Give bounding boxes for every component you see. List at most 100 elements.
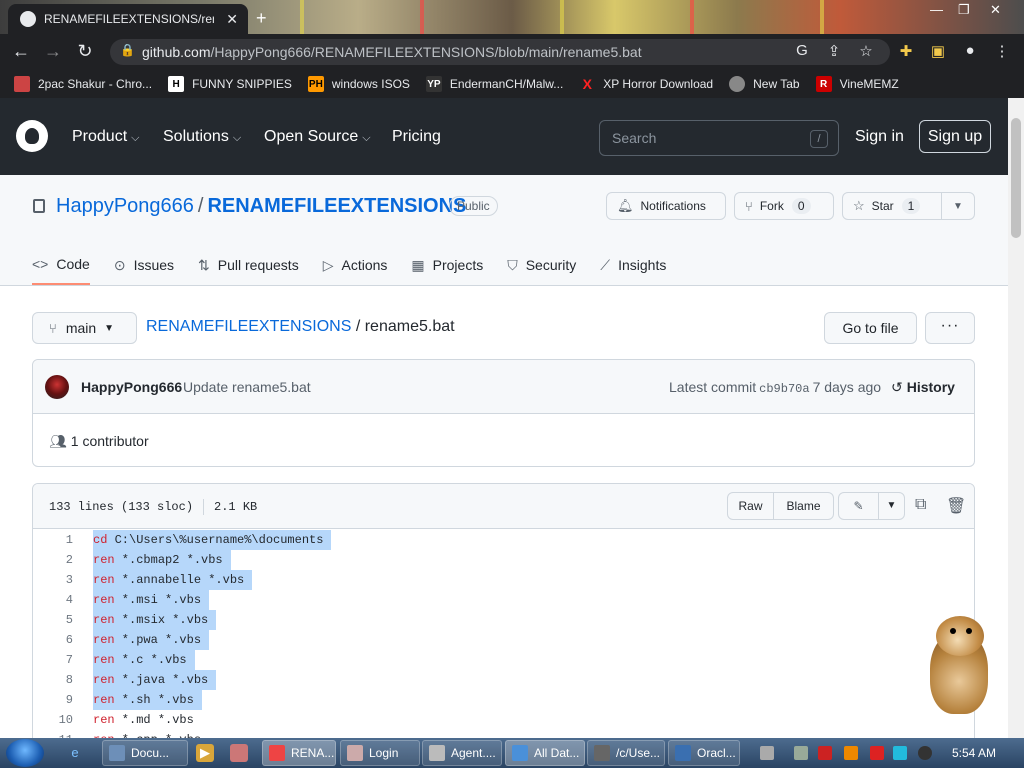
tray-icon[interactable]: [760, 746, 774, 760]
bookmark-item[interactable]: R VineMEMZ: [815, 76, 899, 92]
repo-owner-link[interactable]: HappyPong666: [56, 195, 194, 217]
tray-icon[interactable]: [918, 746, 932, 760]
scrollbar-thumb[interactable]: [1011, 118, 1021, 238]
line-number[interactable]: 4: [33, 590, 73, 610]
tray-icon[interactable]: [870, 746, 884, 760]
taskbar-button-label: Login: [369, 746, 399, 760]
branch-select[interactable]: ⑂ main ▼: [32, 312, 137, 344]
extensions-icon[interactable]: ✚: [896, 42, 916, 60]
line-number[interactable]: 8: [33, 670, 73, 690]
forward-icon[interactable]: →: [42, 41, 64, 62]
go-to-file-button[interactable]: Go to file: [824, 312, 917, 344]
nav-product[interactable]: Product ⌵: [72, 128, 139, 146]
contributors-link[interactable]: 👥︎ 1 contributor: [49, 433, 149, 450]
bookmark-item[interactable]: PH windows ISOS: [307, 76, 410, 92]
line-number[interactable]: 1: [33, 530, 73, 550]
star-button[interactable]: ☆ Star 1: [842, 192, 942, 220]
page-scrollbar[interactable]: [1008, 98, 1024, 738]
close-window-icon[interactable]: ✕: [990, 2, 1001, 18]
taskbar-button[interactable]: Login: [340, 740, 420, 766]
history-link[interactable]: ↺ History: [891, 379, 955, 396]
sign-up-button[interactable]: Sign up: [919, 120, 991, 153]
browser-tab[interactable]: RENAMEFILEEXTENSIONS/rename5.bat ✕: [8, 4, 248, 34]
tray-icon[interactable]: [794, 746, 808, 760]
taskbar-button[interactable]: RENA...: [262, 740, 336, 766]
taskbar-button[interactable]: Agent....: [422, 740, 502, 766]
side-panel-icon[interactable]: ▣: [928, 42, 948, 60]
github-logo-icon[interactable]: [16, 120, 48, 152]
repo-name-link[interactable]: RENAMEFILEEXTENSIONS: [207, 195, 466, 217]
line-number[interactable]: 11: [33, 730, 73, 738]
maximize-icon[interactable]: ❐: [958, 2, 970, 18]
taskbar-button[interactable]: /c/Use...: [587, 740, 665, 766]
commit-author[interactable]: HappyPong666: [81, 379, 182, 395]
line-number[interactable]: 10: [33, 710, 73, 730]
sign-in-link[interactable]: Sign in: [855, 128, 904, 146]
tray-icon[interactable]: [818, 746, 832, 760]
nav-pricing[interactable]: Pricing: [392, 128, 441, 146]
start-button[interactable]: [6, 739, 44, 767]
tray-icon[interactable]: [844, 746, 858, 760]
bookmark-item[interactable]: H FUNNY SNIPPIES: [168, 76, 292, 92]
code-keyword: ren: [93, 573, 115, 587]
taskbar-button[interactable]: Oracl...: [668, 740, 740, 766]
tab-pull-requests[interactable]: ⇅ Pull requests: [198, 245, 299, 285]
ie-icon[interactable]: e: [66, 744, 84, 762]
edit-dropdown-icon[interactable]: ▼: [878, 492, 905, 520]
line-number[interactable]: 3: [33, 570, 73, 590]
close-tab-icon[interactable]: ✕: [226, 11, 238, 28]
bookmark-item[interactable]: X XP Horror Download: [579, 76, 714, 92]
line-number[interactable]: 5: [33, 610, 73, 630]
blame-button[interactable]: Blame: [773, 492, 834, 520]
star-dropdown-button[interactable]: ▼: [941, 192, 975, 220]
fork-button[interactable]: ⑂ Fork 0: [734, 192, 834, 220]
reload-icon[interactable]: ↻: [74, 41, 96, 62]
copy-icon[interactable]: ⧉: [915, 496, 926, 514]
line-number[interactable]: 9: [33, 690, 73, 710]
breadcrumb-repo-link[interactable]: RENAMEFILEEXTENSIONS: [146, 318, 351, 335]
line-number[interactable]: 6: [33, 630, 73, 650]
nav-solutions[interactable]: Solutions ⌵: [163, 128, 241, 146]
trash-icon[interactable]: 🗑︎: [946, 496, 966, 516]
tab-label: Security: [525, 257, 577, 273]
tab-issues[interactable]: ⊙ Issues: [114, 245, 174, 285]
media-player-icon[interactable]: ▶: [196, 744, 214, 762]
tab-code[interactable]: <> Code: [32, 245, 90, 285]
search-input[interactable]: Search /: [599, 120, 839, 156]
bookmark-item[interactable]: 2pac Shakur - Chro...: [14, 76, 152, 92]
tab-insights[interactable]: ⟋ Insights: [600, 245, 666, 285]
more-options-button[interactable]: ···: [925, 312, 975, 344]
commit-sha[interactable]: cb9b70a: [759, 382, 809, 396]
menu-kebab-icon[interactable]: ⋮: [992, 42, 1012, 60]
taskbar-clock[interactable]: 5:54 AM: [952, 746, 996, 760]
tab-security[interactable]: ⛉ Security: [507, 245, 576, 285]
hamster-desktop-pet[interactable]: [918, 612, 998, 720]
profile-icon[interactable]: ●: [960, 42, 980, 59]
edit-pencil-icon[interactable]: ✎: [838, 492, 879, 520]
google-icon[interactable]: G: [792, 42, 812, 59]
nav-open-source[interactable]: Open Source ⌵: [264, 128, 371, 146]
line-number[interactable]: 2: [33, 550, 73, 570]
app-icon[interactable]: [230, 744, 248, 762]
tray-icon[interactable]: [893, 746, 907, 760]
tab-projects[interactable]: ▦ Projects: [411, 245, 483, 285]
app-icon: [109, 745, 125, 761]
bookmark-star-icon[interactable]: ☆: [856, 42, 876, 60]
share-icon[interactable]: ⇪: [824, 42, 844, 60]
bookmark-item[interactable]: New Tab: [729, 76, 800, 92]
new-tab-button[interactable]: +: [256, 8, 267, 29]
line-count: 133 lines (133 sloc): [49, 500, 194, 515]
back-icon[interactable]: ←: [10, 41, 32, 62]
line-number[interactable]: 7: [33, 650, 73, 670]
commit-message[interactable]: Update rename5.bat: [183, 379, 311, 395]
url-field[interactable]: 🔒 github.com/HappyPong666/RENAMEFILEEXTE…: [110, 39, 890, 65]
bookmark-item[interactable]: YP EndermanCH/Malw...: [425, 76, 563, 92]
tab-actions[interactable]: ▷ Actions: [323, 245, 388, 285]
raw-button[interactable]: Raw: [727, 492, 774, 520]
taskbar-button[interactable]: Docu...: [102, 740, 188, 766]
taskbar-button[interactable]: All Dat...: [505, 740, 585, 766]
minimize-icon[interactable]: —: [930, 2, 943, 17]
file-viewer: 133 lines (133 sloc) 2.1 KB Raw Blame ✎ ▼…: [32, 483, 975, 738]
avatar[interactable]: [45, 375, 69, 399]
notifications-button[interactable]: 🔔︎ Notifications: [606, 192, 726, 220]
